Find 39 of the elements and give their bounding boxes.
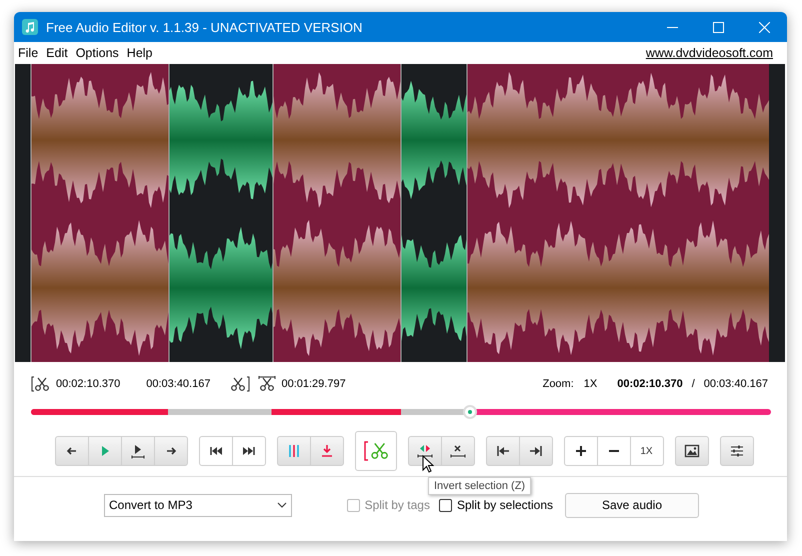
- window-title: Free Audio Editor v. 1.1.39 - UNACTIVATED VERSION: [46, 20, 364, 34]
- waveform-drawing[interactable]: [15, 64, 785, 362]
- maximize-icon: [712, 22, 724, 32]
- website-link[interactable]: www.dvdvideosoft.com: [646, 46, 773, 60]
- go-to-end-icon: [528, 443, 544, 459]
- menu-item[interactable]: Edit: [46, 46, 68, 60]
- menu-item[interactable]: Help: [126, 46, 153, 60]
- settings-icon: [728, 443, 744, 459]
- time-separator: /: [692, 378, 695, 390]
- seek-thumb[interactable]: [462, 405, 477, 419]
- image-icon: [684, 443, 700, 459]
- minimize-icon: [666, 26, 678, 28]
- chevron-down-icon: [277, 502, 287, 508]
- app-icon: [22, 19, 38, 35]
- selection-start-time: 00:02:10.370: [56, 378, 120, 390]
- selection-length-time: 00:01:29.797: [281, 378, 346, 390]
- zoom-value: 1X: [584, 378, 598, 390]
- clear-selection-icon: [450, 443, 466, 459]
- selection-end-time: 00:03:40.167: [146, 378, 210, 390]
- selection-end-icon: [230, 376, 250, 392]
- tooltip: Invert selection (Z): [428, 477, 532, 495]
- current-time: 00:02:10.370: [617, 378, 683, 390]
- selection-start-icon: [31, 376, 51, 392]
- play-selection-icon: [130, 443, 146, 459]
- cut-icon: [362, 440, 388, 462]
- selection-length-icon: [258, 376, 276, 392]
- split-button[interactable]: [354, 431, 396, 471]
- menu-item[interactable]: File: [18, 46, 38, 60]
- go-to-start-icon: [494, 443, 510, 459]
- zoom-reset-button[interactable]: 1X: [630, 437, 662, 465]
- zoom-label: Zoom:: [542, 378, 574, 390]
- menu-item[interactable]: Options: [76, 46, 119, 60]
- total-time: 00:03:40.167: [704, 378, 768, 390]
- invert-selection-icon: [416, 443, 432, 459]
- format-dropdown[interactable]: Convert to MP3: [104, 494, 292, 516]
- save-audio-button[interactable]: Save audio: [565, 492, 699, 518]
- split-checkbox[interactable]: Split by selections: [438, 498, 553, 512]
- cursor-icon: [422, 455, 434, 473]
- close-icon: [758, 22, 770, 32]
